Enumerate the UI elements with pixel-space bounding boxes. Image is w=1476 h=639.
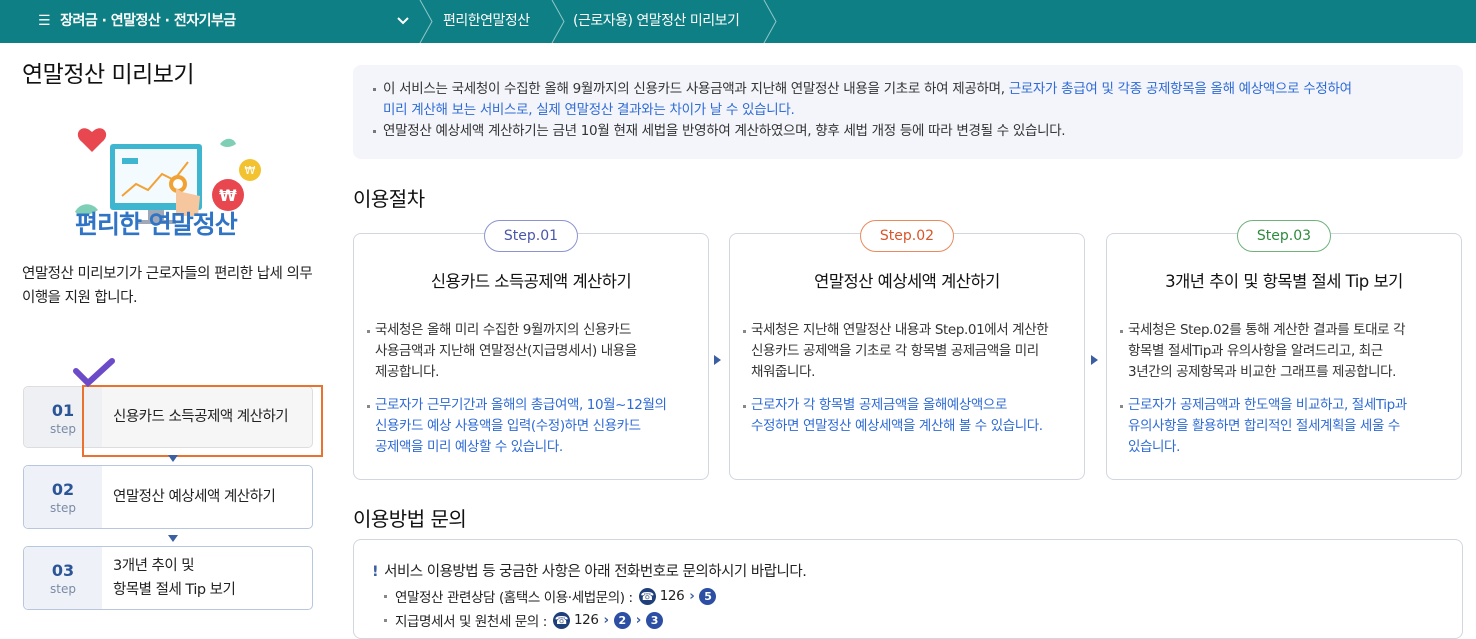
notice-item: 연말정산 예상세액 계산하기는 금년 10월 현재 세법을 반영하여 계산하였으… [373, 121, 1443, 142]
inquiry-label: 연말정산 관련상담 (홈택스 이용·세법문의) : [395, 590, 633, 606]
chevron-right-icon: › [603, 612, 610, 628]
step-card-note-line: 수정하면 연말정산 예상세액을 계산해 볼 수 있습니다. [751, 418, 1043, 434]
service-menu[interactable]: ☰ 장려금 · 연말정산 · 전자기부금 [38, 0, 236, 43]
inquiry-intro: ! 서비스 이용방법 등 궁금한 사항은 아래 전화번호로 문의하시기 바랍니다. [372, 560, 807, 581]
step-card-text: 국세청은 Step.02를 통해 계산한 결과를 토대로 각항목별 절세Tip과… [1118, 320, 1449, 383]
chevron-right-icon: › [689, 588, 695, 604]
step-nav-item-03[interactable]: 03 step 3개년 추이 및 항목별 절세 Tip 보기 [23, 546, 313, 610]
step-card-note-text: 근로자가 공제금액과 한도액을 비교하고, 절세Tip과유의사항을 활용하면 합… [1118, 395, 1449, 458]
checkmark-icon [73, 358, 115, 388]
step-badge: Step.01 [484, 220, 578, 252]
step-card-03: Step.03 3개년 추이 및 항목별 절세 Tip 보기 국세청은 Step… [1106, 220, 1462, 480]
notice-highlight: 근로자가 총급여 및 각종 공제항목을 올해 예상액으로 수정하여 [1008, 81, 1352, 97]
service-description: 연말정산 미리보기가 근로자들의 편리한 납세 의무 이행을 지원 합니다. [22, 266, 313, 306]
step-label-line1: 3개년 추이 및 [113, 558, 195, 574]
step-badge: Step.02 [860, 220, 954, 252]
breadcrumb-separator-icon [419, 0, 433, 43]
inquiry-intro-text: 서비스 이용방법 등 궁금한 사항은 아래 전화번호로 문의하시기 바랍니다. [384, 564, 807, 580]
step-card-text: 국세청은 올해 미리 수집한 9월까지의 신용카드사용금액과 지난해 연말정산(… [365, 320, 696, 383]
chevron-right-icon: › [635, 612, 642, 628]
inquiry-row: 연말정산 관련상담 (홈택스 이용·세법문의) : ☎ 126 › 5 [384, 586, 717, 606]
step-card-body: 국세청은 지난해 연말정산 내용과 Step.01에서 계산한신용카드 공제액을… [741, 320, 1072, 383]
svg-text:₩: ₩ [219, 186, 237, 205]
notice-text: 이 서비스는 국세청이 수집한 올해 9월까지의 신용카드 사용금액과 지난해 … [383, 81, 1009, 97]
step-badge: Step.03 [1237, 220, 1331, 252]
step-card-title: 신용카드 소득공제액 계산하기 [430, 272, 632, 291]
hamburger-icon: ☰ [38, 13, 51, 29]
step-label: 연말정산 예상세액 계산하기 [113, 489, 276, 505]
breadcrumb-item[interactable]: (근로자용) 연말정산 미리보기 [573, 0, 740, 43]
step-card-text-line: 제공합니다. [375, 364, 439, 380]
step-card-note-line: 유의사항을 활용하면 합리적인 절세계획을 세울 수 [1128, 418, 1400, 434]
step-number-box: 03 step [24, 547, 102, 609]
step-card-note: 근로자가 공제금액과 한도액을 비교하고, 절세Tip과유의사항을 활용하면 합… [1118, 395, 1449, 458]
inquiry-row: 지급명세서 및 원천세 문의 : ☎ 126 › 2 › 3 [384, 610, 663, 630]
step-card-note: 근로자가 근무기간과 올해의 총급여액, 10월~12월의신용카드 예상 사용액… [365, 395, 696, 458]
step-card-02: Step.02 연말정산 예상세액 계산하기 국세청은 지난해 연말정산 내용과… [729, 220, 1085, 480]
step-down-arrow-icon [168, 535, 178, 542]
exclamation-icon: ! [372, 564, 379, 580]
step-arrow-icon [714, 355, 721, 365]
step-card-01: Step.01 신용카드 소득공제액 계산하기 국세청은 올해 미리 수집한 9… [353, 220, 709, 480]
step-nav-item-02[interactable]: 02 step 연말정산 예상세액 계산하기 [23, 465, 313, 529]
step-card-note-line: 근로자가 각 항목별 공제금액을 올해예상액으로 [751, 397, 1007, 413]
step-card-text-line: 항목별 절세Tip과 유의사항을 알려드리고, 최근 [1128, 343, 1383, 359]
breadcrumb-separator-icon [551, 0, 565, 43]
step-card-body: 국세청은 Step.02를 통해 계산한 결과를 토대로 각항목별 절세Tip과… [1118, 320, 1449, 383]
step-number: 03 [51, 561, 75, 580]
inquiry-heading: 이용방법 문의 [353, 507, 467, 531]
service-menu-label: 장려금 · 연말정산 · 전자기부금 [60, 13, 236, 29]
bullet [384, 618, 387, 622]
step-arrow-icon [1091, 355, 1098, 365]
step-down-arrow-icon [168, 455, 178, 462]
phone-icon: ☎ [552, 611, 570, 629]
step-card-note-line: 근로자가 공제금액과 한도액을 비교하고, 절세Tip과 [1128, 397, 1407, 413]
menu-number-badge: 2 [613, 611, 631, 629]
top-nav-bar: ☰ 장려금 · 연말정산 · 전자기부금 편리한연말정산 (근로자용) 연말정산 … [0, 0, 1476, 43]
step-card-title: 연말정산 예상세액 계산하기 [814, 272, 1000, 291]
breadcrumb-item[interactable]: 편리한연말정산 [443, 0, 530, 43]
page-title: 연말정산 미리보기 [22, 62, 195, 88]
step-number: 02 [51, 480, 75, 499]
notice-highlight: 미리 계산해 보는 서비스로, 실제 연말정산 결과와는 차이가 날 수 있습니… [383, 102, 795, 118]
step-card-note-text: 근로자가 근무기간과 올해의 총급여액, 10월~12월의신용카드 예상 사용액… [365, 395, 696, 458]
breadcrumb-separator-icon [763, 0, 777, 43]
step-card-title: 3개년 추이 및 항목별 절세 Tip 보기 [1165, 272, 1403, 291]
menu-number-badge: 5 [699, 587, 717, 605]
step-number-box: 02 step [24, 466, 102, 528]
step-card-text-line: 국세청은 Step.02를 통해 계산한 결과를 토대로 각 [1128, 322, 1406, 338]
inquiry-label: 지급명세서 및 원천세 문의 : [395, 614, 547, 630]
notice-item: 이 서비스는 국세청이 수집한 올해 9월까지의 신용카드 사용금액과 지난해 … [373, 79, 1443, 121]
inquiry-box: ! 서비스 이용방법 등 궁금한 사항은 아래 전화번호로 문의하시기 바랍니다.… [353, 539, 1463, 639]
bullet [384, 594, 387, 598]
service-brand-title: 편리한 연말정산 [75, 210, 238, 239]
step-caption: step [50, 582, 76, 596]
chevron-down-icon[interactable] [396, 14, 410, 28]
phone-icon: ☎ [638, 587, 656, 605]
procedure-heading: 이용절차 [353, 187, 425, 211]
service-notice: 이 서비스는 국세청이 수집한 올해 9월까지의 신용카드 사용금액과 지난해 … [353, 65, 1463, 159]
step-card-note-line: 공제액을 미리 예상할 수 있습니다. [375, 439, 563, 455]
step-card-note-line: 근로자가 근무기간과 올해의 총급여액, 10월~12월의 [375, 397, 667, 413]
svg-text:₩: ₩ [245, 164, 256, 177]
step-card-text-line: 채워줍니다. [751, 364, 815, 380]
step-card-text-line: 국세청은 지난해 연말정산 내용과 Step.01에서 계산한 [751, 322, 1049, 338]
step-card-text-line: 3년간의 공제항목과 비교한 그래프를 제공합니다. [1128, 364, 1397, 380]
step-label-line2: 항목별 절세 Tip 보기 [113, 582, 236, 598]
phone-number: 126 [659, 588, 685, 604]
step-card-body: 국세청은 올해 미리 수집한 9월까지의 신용카드사용금액과 지난해 연말정산(… [365, 320, 696, 383]
step-card-text: 국세청은 지난해 연말정산 내용과 Step.01에서 계산한신용카드 공제액을… [741, 320, 1072, 383]
step-card-note-line: 있습니다. [1128, 439, 1180, 455]
step-card-note-line: 신용카드 예상 사용액을 입력(수정)하면 신용카드 [375, 418, 641, 434]
step-card-text-line: 사용금액과 지난해 연말정산(지급명세서) 내용을 [375, 343, 637, 359]
menu-number-badge: 3 [645, 611, 663, 629]
current-step-highlight [82, 385, 323, 457]
step-card-note: 근로자가 각 항목별 공제금액을 올해예상액으로수정하면 연말정산 예상세액을 … [741, 395, 1072, 437]
step-caption: step [50, 501, 76, 515]
step-card-text-line: 신용카드 공제액을 기초로 각 항목별 공제금액을 미리 [751, 343, 1039, 359]
phone-number: 126 [573, 612, 599, 628]
step-card-text-line: 국세청은 올해 미리 수집한 9월까지의 신용카드 [375, 322, 632, 338]
step-card-note-text: 근로자가 각 항목별 공제금액을 올해예상액으로수정하면 연말정산 예상세액을 … [741, 395, 1072, 437]
